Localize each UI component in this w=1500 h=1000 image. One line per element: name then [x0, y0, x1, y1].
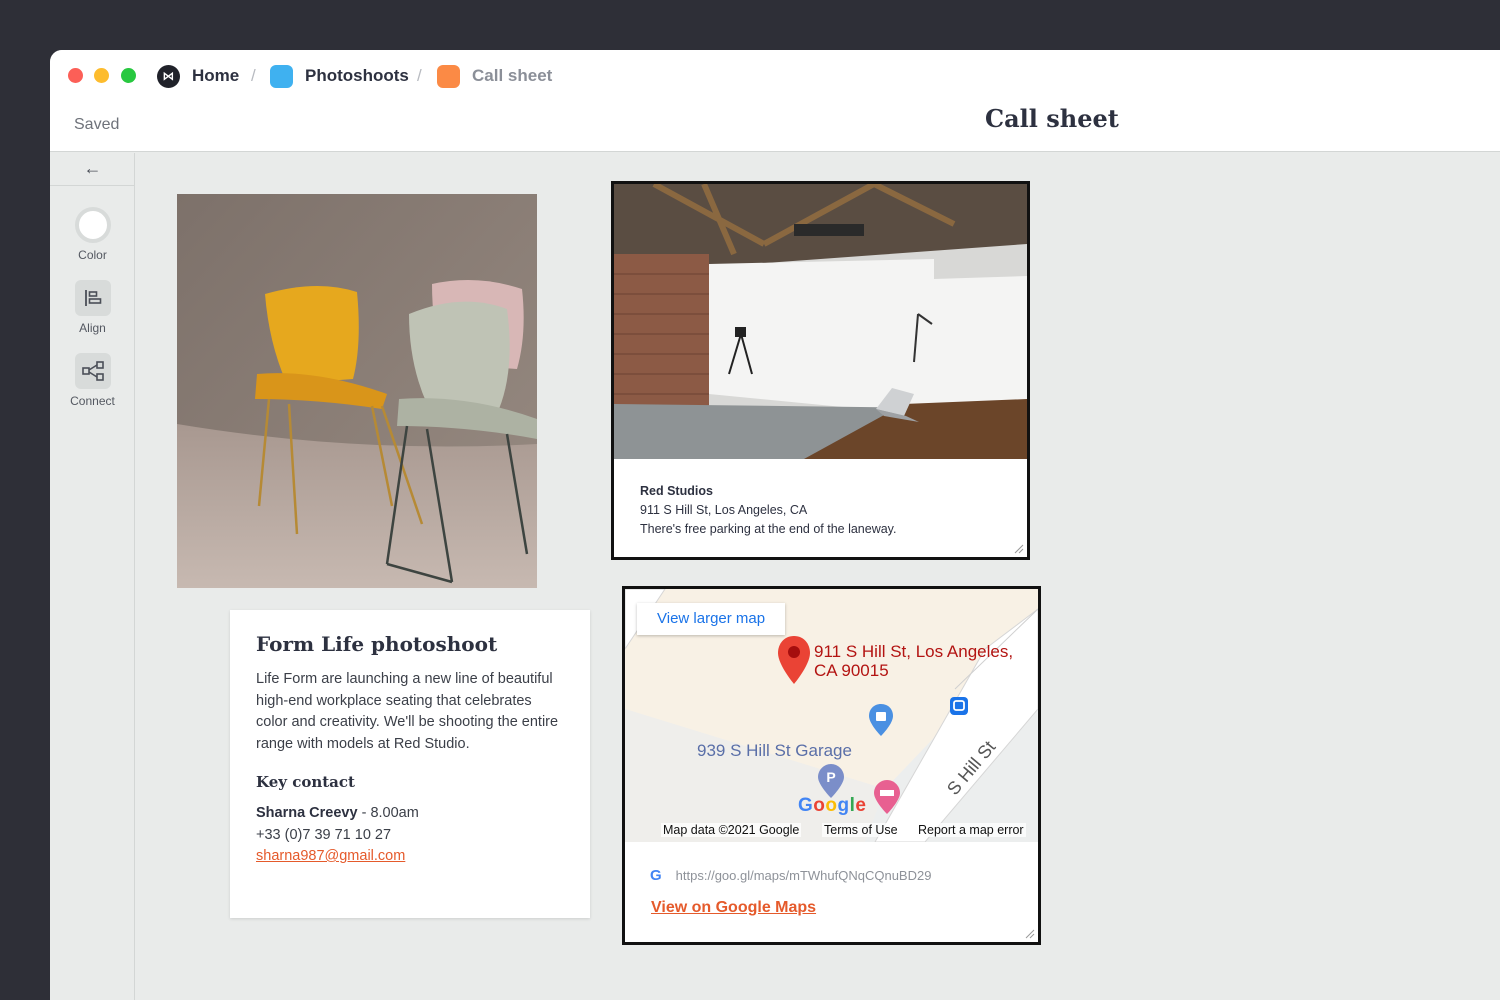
breadcrumb-photoshoots[interactable]: Photoshoots: [270, 64, 409, 88]
maximize-window-button[interactable]: [121, 68, 136, 83]
view-larger-map-button[interactable]: View larger map: [637, 603, 786, 635]
map-url: https://goo.gl/maps/mTWhufQNqCQnuBD29: [675, 868, 932, 883]
map-url-row: G https://goo.gl/maps/mTWhufQNqCQnuBD29: [650, 867, 931, 884]
page-title[interactable]: Call sheet: [985, 104, 1119, 133]
bus-stop-icon[interactable]: [949, 696, 969, 716]
map-pin-label: 911 S Hill St, Los Angeles, CA 90015: [814, 642, 1014, 680]
color-tool-label: Color: [78, 248, 107, 262]
app-window: ⋈ Home / Photoshoots / Call sheet Saved …: [50, 50, 1500, 1000]
breadcrumb-separator: /: [417, 66, 422, 85]
breadcrumb-photoshoots-label: Photoshoots: [305, 66, 409, 85]
map-card[interactable]: View larger map 911 S Hill St, Los Angel…: [622, 586, 1041, 945]
contact-phone: +33 (0)7 39 71 10 27: [256, 826, 392, 843]
left-toolbar: ← Color Align Connect: [50, 153, 135, 1000]
map-attribution: Map data ©2021 Google Terms of Use Repor…: [625, 821, 1038, 841]
color-tool-button[interactable]: Color: [50, 207, 135, 262]
studio-photo: [614, 184, 1027, 459]
svg-text:P: P: [826, 769, 835, 785]
studio-card[interactable]: Red Studios 911 S Hill St, Los Angeles, …: [611, 181, 1030, 560]
view-on-google-maps-link[interactable]: View on Google Maps: [651, 899, 816, 917]
shopping-bag-icon[interactable]: [868, 703, 894, 737]
resize-handle-icon[interactable]: [1014, 544, 1024, 554]
brief-description: Life Form are launching a new line of be…: [256, 671, 559, 752]
title-bar: ⋈ Home / Photoshoots / Call sheet Saved …: [50, 50, 1500, 152]
studio-photo-graphic: [614, 184, 1027, 459]
align-left-icon: [84, 290, 101, 306]
connect-tool-label: Connect: [70, 394, 115, 408]
breadcrumb-separator: /: [251, 66, 256, 85]
contact-name-line: Sharna Creevy - 8.00am: [256, 803, 564, 825]
resize-handle-icon[interactable]: [1025, 929, 1035, 939]
home-logo-icon: ⋈: [157, 64, 180, 88]
embedded-map[interactable]: View larger map 911 S Hill St, Los Angel…: [625, 589, 1038, 842]
breadcrumb-call-sheet[interactable]: Call sheet: [437, 64, 552, 88]
studio-caption: Red Studios 911 S Hill St, Los Angeles, …: [640, 482, 896, 539]
align-tool-label: Align: [79, 321, 106, 335]
studio-note: There's free parking at the end of the l…: [640, 522, 897, 536]
terms-of-use-link[interactable]: Terms of Use: [822, 823, 900, 837]
contact-email-link[interactable]: sharna987@gmail.com: [256, 848, 405, 864]
parking-icon[interactable]: P: [817, 763, 845, 799]
studio-address: 911 S Hill St, Los Angeles, CA: [640, 503, 808, 517]
photoshoots-board-icon: [270, 64, 293, 88]
color-circle-icon: [74, 207, 111, 243]
google-g-icon: G: [650, 867, 662, 884]
key-contact-heading: Key contact: [256, 773, 355, 791]
hotel-icon[interactable]: [873, 779, 901, 815]
chairs-photo-card[interactable]: [177, 194, 537, 588]
map-data-text: Map data ©2021 Google: [661, 823, 802, 837]
close-window-button[interactable]: [68, 68, 83, 83]
brief-title: Form Life photoshoot: [256, 632, 498, 656]
breadcrumb-call-sheet-label: Call sheet: [472, 66, 553, 85]
contact-name: Sharna Creevy: [256, 805, 358, 821]
call-sheet-board-icon: [437, 64, 460, 88]
map-pin-icon[interactable]: [776, 634, 812, 686]
breadcrumb-home[interactable]: ⋈ Home: [157, 64, 239, 88]
google-logo: Google: [798, 795, 867, 816]
connect-tool-button[interactable]: Connect: [50, 353, 135, 408]
minimize-window-button[interactable]: [94, 68, 109, 83]
saved-status: Saved: [74, 116, 120, 133]
connect-nodes-icon: [81, 361, 104, 381]
back-arrow-icon[interactable]: ←: [50, 153, 135, 186]
studio-name: Red Studios: [640, 484, 713, 498]
breadcrumb-home-label: Home: [192, 66, 240, 85]
chairs-photo: [177, 194, 537, 588]
garage-label: 939 S Hill St Garage: [697, 741, 852, 760]
contact-time: - 8.00am: [357, 805, 419, 821]
brief-card[interactable]: Form Life photoshoot Life Form are launc…: [230, 610, 590, 918]
report-map-error-link[interactable]: Report a map error: [916, 823, 1026, 837]
align-tool-button[interactable]: Align: [50, 280, 135, 335]
